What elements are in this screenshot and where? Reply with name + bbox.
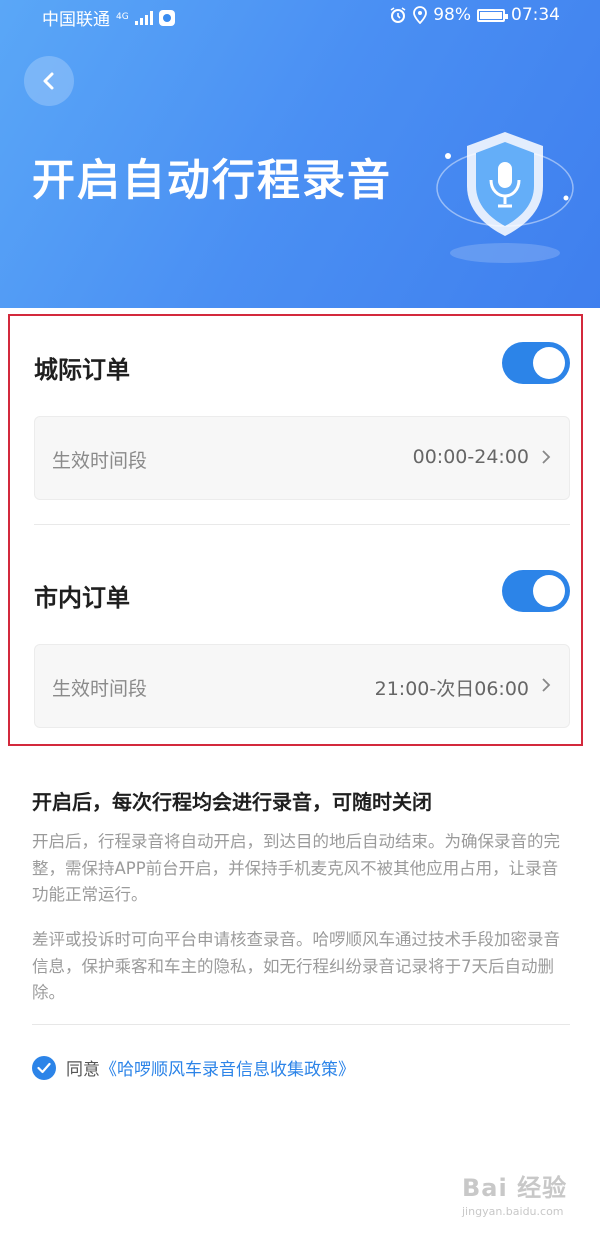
- info-paragraph-2: 差评或投诉时可向平台申请核查录音。哈啰顺风车通过技术手段加密录音信息，保护乘客和…: [32, 930, 560, 1002]
- alarm-icon: [390, 7, 406, 23]
- chevron-right-icon: [542, 450, 551, 464]
- shield-microphone-icon: [430, 118, 580, 268]
- clock-time: 07:34: [511, 5, 560, 25]
- row-label: 生效时间段: [52, 450, 148, 472]
- back-button[interactable]: [24, 56, 74, 106]
- checkmark-icon: [37, 1062, 51, 1073]
- section-citywide: 市内订单 生效时间段 21:00-次日06:00: [34, 544, 570, 744]
- back-arrow-icon: [43, 72, 54, 90]
- app-notification-icon: [158, 9, 175, 26]
- agreement-label: 同意: [66, 1060, 100, 1080]
- battery-percent: 98%: [433, 5, 471, 25]
- toggle-intercity[interactable]: [502, 342, 570, 384]
- status-bar: 中国联通 4G 98% 07:34: [0, 0, 600, 34]
- header: 中国联通 4G 98% 07:34 开启自动行程录音: [0, 0, 600, 308]
- signal-icon: [134, 10, 153, 25]
- agreement-checkbox[interactable]: [32, 1055, 56, 1080]
- battery-icon: [477, 8, 508, 22]
- location-icon: [413, 6, 428, 24]
- toggle-citywide[interactable]: [502, 570, 570, 612]
- carrier-name: 中国联通: [42, 10, 110, 30]
- watermark-url: jingyan.baidu.com: [462, 1205, 564, 1218]
- info-title: 开启后，每次行程均会进行录音，可随时关闭: [32, 790, 432, 814]
- section-intercity: 城际订单 生效时间段 00:00-24:00: [34, 316, 570, 516]
- chevron-right-icon: [542, 678, 551, 692]
- section-title-intercity: 城际订单: [34, 356, 130, 384]
- row-value: 21:00-次日06:00: [374, 678, 529, 700]
- order-settings-panel: 城际订单 生效时间段 00:00-24:00 市内订单 生效时间段 21:00-…: [8, 314, 583, 746]
- baidu-watermark: Bai 经验 jingyan.baidu.com: [462, 1168, 567, 1218]
- watermark-text: Bai 经验: [462, 1174, 568, 1202]
- policy-link[interactable]: 《哈啰顺风车录音信息收集政策》: [100, 1055, 355, 1080]
- info-paragraph-1: 开启后，行程录音将自动开启，到达目的地后自动结束。为确保录音的完整，需保持APP…: [32, 832, 560, 904]
- agreement-row: 同意 《哈啰顺风车录音信息收集政策》: [32, 1055, 355, 1080]
- section-divider: [34, 524, 570, 525]
- row-value: 00:00-24:00: [412, 446, 529, 468]
- page-title: 开启自动行程录音: [32, 156, 392, 206]
- divider: [32, 1024, 570, 1025]
- row-label: 生效时间段: [52, 678, 148, 700]
- section-title-citywide: 市内订单: [34, 584, 130, 612]
- time-range-row-citywide[interactable]: 生效时间段 21:00-次日06:00: [34, 644, 570, 728]
- time-range-row-intercity[interactable]: 生效时间段 00:00-24:00: [34, 416, 570, 500]
- network-type: 4G: [116, 12, 129, 22]
